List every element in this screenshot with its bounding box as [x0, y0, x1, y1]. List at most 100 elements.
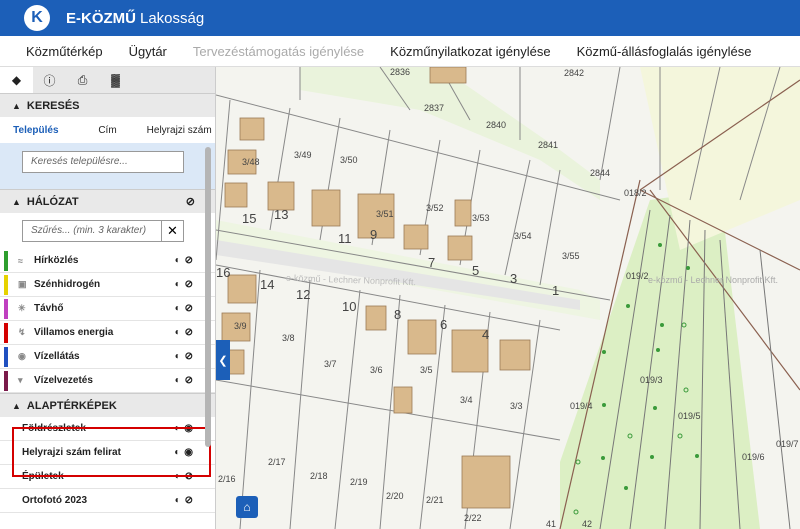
- highlight-box: [12, 427, 211, 477]
- layer-actions[interactable]: ◐⊘: [175, 279, 197, 290]
- parcel-label: 3/51: [376, 209, 394, 219]
- layer-actions[interactable]: ◐⊘: [175, 327, 197, 338]
- map-view[interactable]: 2836 2842 2837 2840 2841 2844 018/2 3/48…: [216, 67, 800, 529]
- parcel-label: 3/5: [420, 365, 433, 375]
- search-box: Keresés településre...: [0, 143, 215, 189]
- parcel-label: 3/50: [340, 155, 358, 165]
- measure-icon[interactable]: ▓: [99, 67, 132, 93]
- panel-toolbar: ◆ ⓘ ⎙ ▓: [0, 67, 215, 93]
- layer-item-vizelvezetes[interactable]: ▾ Vízelvezetés ◐⊘: [0, 369, 215, 393]
- parcel-label: 3/54: [514, 231, 532, 241]
- layer-item-tavho[interactable]: ✳ Távhő ◐⊘: [0, 297, 215, 321]
- layer-actions[interactable]: ◐⊘: [175, 351, 197, 362]
- brand-name: E-KÖZMŰ: [66, 9, 136, 27]
- network-section-title: HÁLÓZAT: [26, 195, 79, 208]
- map-labels: 2836 2842 2837 2840 2841 2844 018/2 3/48…: [216, 67, 800, 529]
- parcel-label: 3/49: [294, 150, 312, 160]
- panel-scrollbar[interactable]: [205, 147, 211, 447]
- layer-item-hirkozles[interactable]: ≈ Hírközlés ◐⊘: [0, 249, 215, 273]
- parcel-label: 019/4: [570, 401, 593, 411]
- parcel-label: 2/17: [268, 457, 286, 467]
- parcel-label: 4: [482, 327, 490, 342]
- parcel-label: 3/53: [472, 213, 490, 223]
- tab-telepules[interactable]: Település: [0, 125, 72, 136]
- parcel-label: 2841: [538, 140, 559, 150]
- lightning-icon: ↯: [18, 327, 26, 337]
- parcel-label: 3/55: [562, 251, 580, 261]
- parcel-label: 3/4: [460, 395, 473, 405]
- layer-actions[interactable]: ◐⊘: [175, 375, 197, 386]
- menu-tervezestamogatas: Tervezéstámogatás igénylése: [192, 43, 365, 59]
- layer-label: Vízellátás: [34, 351, 80, 362]
- parcel-label: 2/22: [464, 513, 482, 523]
- chevron-up-icon: ▲: [12, 100, 21, 111]
- parcel-label: 42: [582, 519, 593, 529]
- parcel-label: 2/21: [426, 495, 444, 505]
- drain-icon: ▾: [18, 375, 23, 385]
- heat-icon: ✳: [18, 303, 26, 313]
- layer-item-vizellatas[interactable]: ◉ Vízellátás ◐⊘: [0, 345, 215, 369]
- layer-color-bar: [4, 371, 8, 391]
- parcel-label: 41: [546, 519, 557, 529]
- layer-label: Távhő: [34, 303, 64, 314]
- layers-icon[interactable]: ◆: [0, 67, 33, 93]
- parcel-label: 11: [338, 231, 352, 246]
- parcel-label: 15: [242, 211, 257, 226]
- parcel-label: 12: [296, 287, 311, 302]
- layer-label: Szénhidrogén: [34, 279, 101, 290]
- tab-cim[interactable]: Cím: [72, 125, 144, 136]
- parcel-label: 018/2: [624, 188, 647, 198]
- layer-color-bar: [4, 323, 8, 343]
- tab-helyrajzi-szam[interactable]: Helyrajzi szám: [143, 125, 215, 136]
- layer-actions[interactable]: ◐⊘: [175, 495, 197, 506]
- layer-item-ortofoto-2023[interactable]: Ortofotó 2023 ◐⊘: [0, 489, 215, 513]
- parcel-label: 3/8: [282, 333, 295, 343]
- network-section-header[interactable]: ▲ HÁLÓZAT ⊘: [0, 189, 215, 213]
- parcel-label: 2837: [424, 103, 445, 113]
- parcel-label: 019/2: [626, 271, 649, 281]
- app-logo[interactable]: K: [24, 5, 50, 31]
- eye-off-icon[interactable]: ⊘: [186, 195, 195, 208]
- parcel-label: 019/3: [640, 375, 663, 385]
- search-tabs: Település Cím Helyrajzi szám: [0, 117, 215, 143]
- parcel-label: 2/16: [218, 474, 236, 484]
- parcel-label: 2/20: [386, 491, 404, 501]
- search-section-title: KERESÉS: [26, 99, 80, 112]
- collapse-panel-button[interactable]: ❮: [216, 340, 230, 380]
- parcel-label: 3/9: [234, 321, 247, 331]
- menu-ugytar[interactable]: Ügytár: [129, 44, 167, 59]
- layer-color-bar: [4, 251, 8, 271]
- parcel-label: 019/7: [776, 439, 799, 449]
- layer-actions[interactable]: ◐⊘: [175, 303, 197, 314]
- parcel-label: 019/5: [678, 411, 701, 421]
- base-section-header[interactable]: ▲ ALAPTÉRKÉPEK: [0, 393, 215, 417]
- layer-color-bar: [4, 347, 8, 367]
- info-icon[interactable]: ⓘ: [33, 67, 66, 93]
- clear-filter-button[interactable]: ✕: [162, 220, 184, 242]
- layer-item-villamos-energia[interactable]: ↯ Villamos energia ◐⊘: [0, 321, 215, 345]
- parcel-label: 5: [472, 263, 480, 278]
- parcel-label: 2840: [486, 120, 507, 130]
- layer-label: Villamos energia: [34, 327, 114, 338]
- search-section-header[interactable]: ▲ KERESÉS: [0, 93, 215, 117]
- parcel-label: 3: [510, 271, 518, 286]
- parcel-label: 3/52: [426, 203, 444, 213]
- menu-kozmunyilatkozat[interactable]: Közműnyilatkozat igénylése: [390, 44, 550, 59]
- menu-kozmuterkep[interactable]: Közműtérkép: [26, 44, 103, 59]
- parcel-label: 7: [428, 255, 436, 270]
- parcel-label: 16: [216, 265, 231, 280]
- parcel-label: 13: [274, 207, 289, 222]
- layer-label: Vízelvezetés: [34, 375, 93, 386]
- layer-panel: ◆ ⓘ ⎙ ▓ ▲ KERESÉS Település Cím Helyrajz…: [0, 67, 216, 529]
- print-icon[interactable]: ⎙: [66, 67, 99, 93]
- layer-label: Hírközlés: [34, 255, 79, 266]
- home-icon[interactable]: ⌂: [236, 496, 258, 518]
- network-filter-input[interactable]: Szűrés... (min. 3 karakter): [22, 220, 162, 242]
- parcel-label: 2/19: [350, 477, 368, 487]
- menu-kozmu-allasfoglalas[interactable]: Közmű-állásfoglalás igénylése: [577, 44, 752, 59]
- settlement-search-input[interactable]: Keresés településre...: [22, 151, 184, 173]
- layer-item-szenhidrogen[interactable]: ▣ Szénhidrogén ◐⊘: [0, 273, 215, 297]
- layer-actions[interactable]: ◐⊘: [175, 255, 197, 266]
- network-filter: Szűrés... (min. 3 karakter) ✕: [0, 213, 215, 249]
- map-watermark: e-közmű - Lechner Nonprofit Kft.: [648, 275, 779, 285]
